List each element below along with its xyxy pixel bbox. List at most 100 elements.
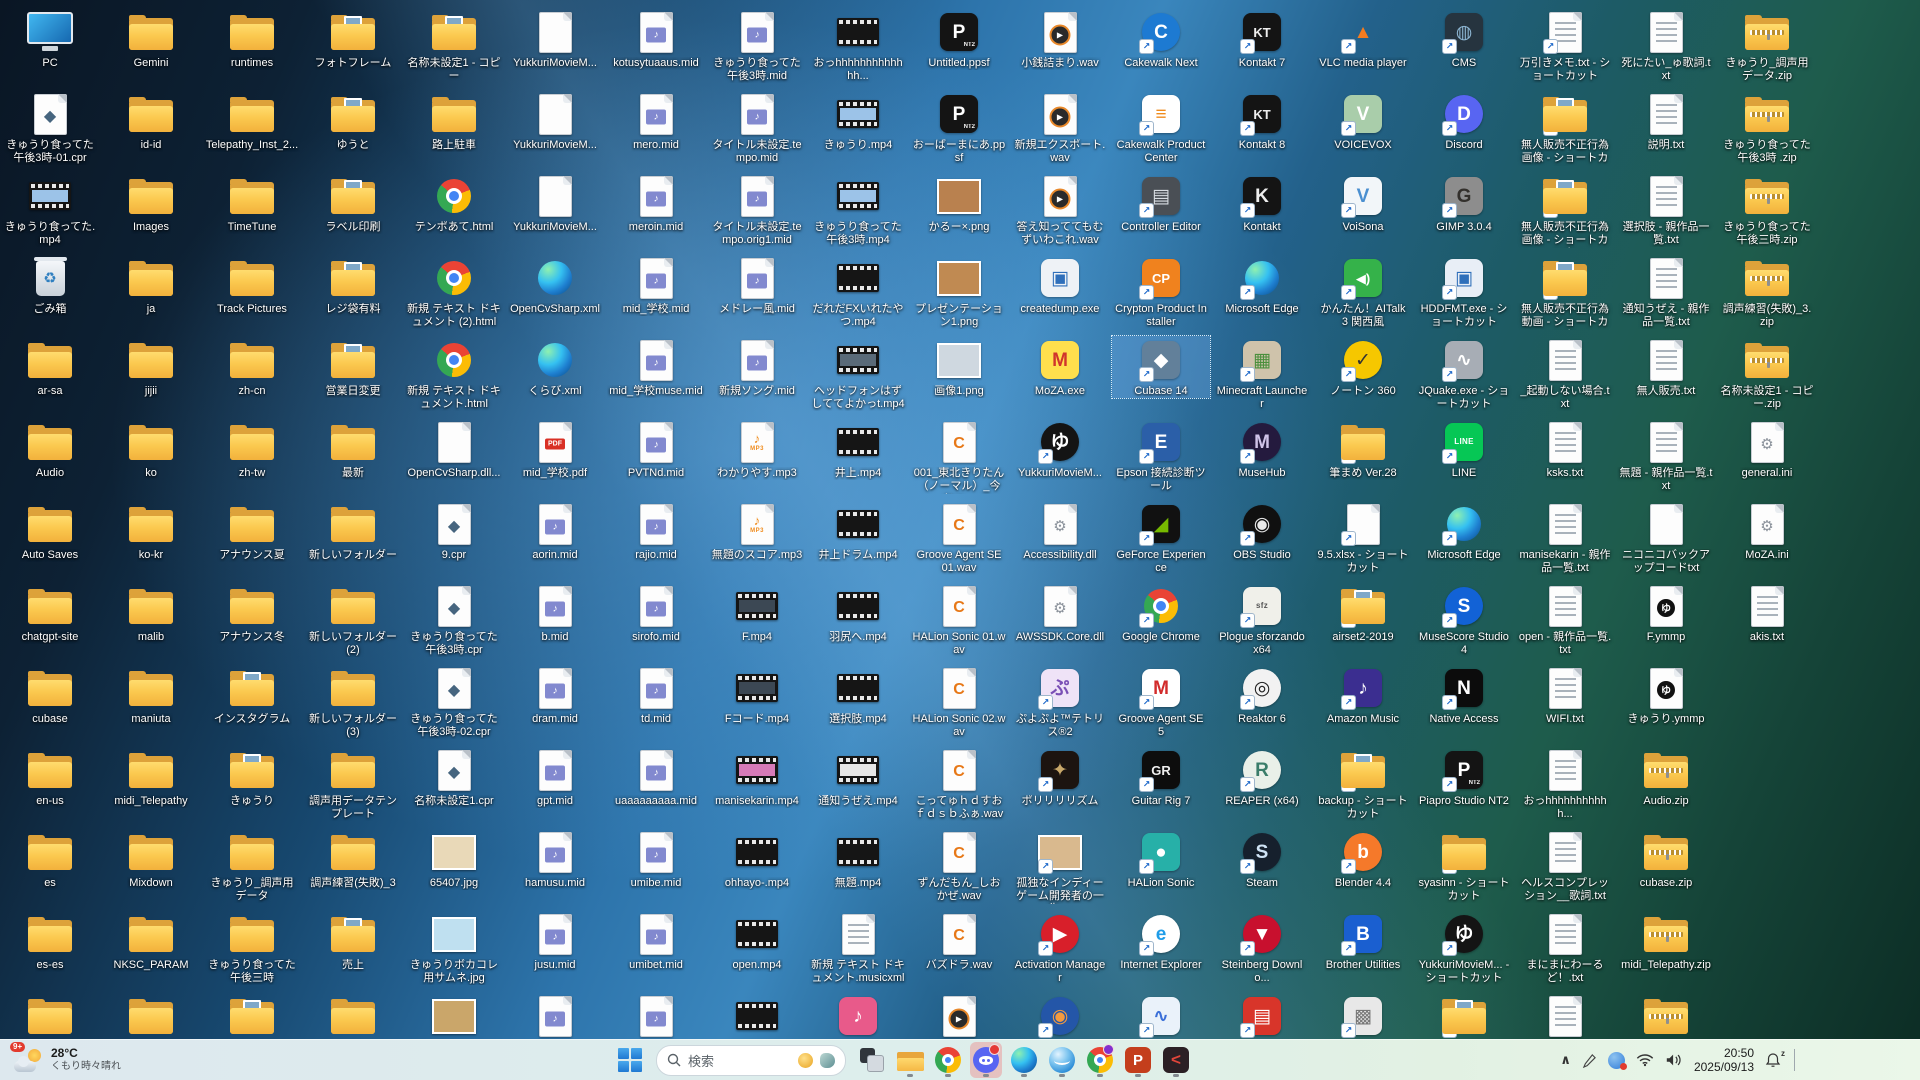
desktop-icon[interactable]: ♪ td.mid [607,664,705,726]
discord-taskbar-button[interactable] [970,1042,1002,1078]
desktop-icon[interactable]: E ↗ Epson 接続診断ツール [1112,418,1210,493]
desktop-icon[interactable]: NKSC_PARAM [102,910,200,972]
desktop-icon[interactable]: ◢ ↗ GeForce Experience [1112,500,1210,575]
desktop-icon[interactable]: ♪ PVTNd.mid [607,418,705,480]
desktop-icon[interactable]: きゅうり_調声用データ [203,828,301,903]
desktop-icon[interactable]: S ↗ MuseScore Studio 4 [1415,582,1513,657]
desktop-icon[interactable]: 羽尻へ.mp4 [809,582,907,644]
desktop-icon[interactable]: 選択肢.mp4 [809,664,907,726]
desktop-icon[interactable]: open.mp4 [708,910,806,972]
desktop-icon[interactable]: YukkuriMovieM... [506,8,604,70]
desktop-icon[interactable]: だれだFXいれたやつ.mp4 [809,254,907,329]
desktop-icon[interactable]: ヘッドフォンはずしててよかっt.mp4 [809,336,907,411]
desktop-icon[interactable]: ヘルスコンプレッション__歌詞.txt [1516,828,1614,903]
desktop-icon[interactable]: ↗backup - ショートカット [1314,746,1412,821]
desktop-icon[interactable]: ♻ ごみ箱 [1,254,99,316]
desktop-icon[interactable]: ♪ 新規ソング.mid [708,336,806,398]
desktop-icon[interactable]: 名称未設定1 - コピー [405,8,503,83]
desktop-icon[interactable]: きゅうり_調声用データ.zip [1718,8,1816,83]
desktop-icon[interactable]: P NT2 Untitled.ppsf [910,8,1008,70]
desktop-icon[interactable]: ↗syasinn - ショートカット [1415,828,1513,903]
desktop-icon[interactable] [1617,992,1715,1041]
desktop-icon[interactable]: かるー×.png [910,172,1008,234]
desktop-icon[interactable]: S ↗ Steam [1213,828,1311,890]
user-sphere-icon[interactable] [1607,1051,1627,1070]
desktop-icon[interactable]: ▶ 新規エクスポート.wav [1011,90,1109,165]
desktop-icon[interactable]: LINE ↗ LINE [1415,418,1513,480]
desktop-icon[interactable]: K ↗ Kontakt [1213,172,1311,234]
desktop-icon[interactable]: ∿ ↗ [1112,992,1210,1041]
desktop-icon[interactable]: cubase [1,664,99,726]
desktop-icon[interactable]: CP ↗ Crypton Product Installer [1112,254,1210,329]
desktop-icon[interactable]: Auto Saves [1,500,99,562]
taskbar-search-box[interactable]: 検索 [656,1044,846,1076]
desktop-icon[interactable]: ✓ ↗ ノートン 360 [1314,336,1412,398]
desktop-icon[interactable] [203,992,301,1041]
desktop-icon[interactable]: manisekarin.mp4 [708,746,806,808]
wifi-icon[interactable] [1636,1053,1654,1067]
desktop-icon[interactable]: ♪ ↗ Amazon Music [1314,664,1412,726]
desktop-icon[interactable]: 調声練習(失敗)_3 [304,828,402,890]
desktop-icon[interactable]: ◆ きゅうり食ってた午後3時.cpr [405,582,503,657]
desktop-icon[interactable]: zh-tw [203,418,301,480]
cubase-taskbar-button[interactable]: < [1160,1042,1192,1078]
desktop-icon[interactable]: ◎ ↗ Reaktor 6 [1213,664,1311,726]
desktop-icon[interactable]: 新しいフォルダー (2) [304,582,402,657]
desktop-icon[interactable]: ▣ ↗ HDDFMT.exe - ショートカット [1415,254,1513,329]
desktop-icon[interactable]: YukkuriMovieM... [506,172,604,234]
desktop-icon[interactable]: G ↗ GIMP 3.0.4 [1415,172,1513,234]
desktop-icon[interactable]: ✦ ↗ ポリリリリズム [1011,746,1109,808]
desktop-icon[interactable]: ● ↗ HALion Sonic [1112,828,1210,890]
desktop-icon[interactable]: ↗airset2-2019 [1314,582,1412,644]
desktop-icon[interactable]: V ↗ VoiSona [1314,172,1412,234]
desktop-icon[interactable]: GR ↗ Guitar Rig 7 [1112,746,1210,808]
desktop-icon[interactable]: 無題.mp4 [809,828,907,890]
desktop-icon[interactable]: PC [1,8,99,70]
desktop-icon[interactable]: ♪ タイトル未設定.tempo.orig1.mid [708,172,806,247]
desktop-icon[interactable]: きゅうり食ってた午後三時.zip [1718,172,1816,247]
desktop-icon[interactable]: きゅうり [203,746,301,808]
desktop-icon[interactable]: B ↗ Brother Utilities [1314,910,1412,972]
desktop-icon[interactable]: ▼ ↗ Steinberg Downlo... [1213,910,1311,985]
desktop-icon[interactable]: ♪ sirofo.mid [607,582,705,644]
google-chrome-taskbar-button[interactable] [932,1042,964,1078]
desktop-icon[interactable]: ♪ mero.mid [607,90,705,152]
desktop-icon[interactable]: 説明.txt [1617,90,1715,152]
desktop-icon[interactable]: Telepathy_Inst_2... [203,90,301,152]
desktop-icon[interactable]: ko [102,418,200,480]
desktop-icon[interactable]: ♪ gpt.mid [506,746,604,808]
desktop-icon[interactable]: ↗筆まめ Ver.28 [1314,418,1412,480]
desktop-icon[interactable]: 新規 テキスト ドキュメント.html [405,336,503,411]
desktop-icon[interactable]: runtimes [203,8,301,70]
desktop-icon[interactable]: M ↗ Groove Agent SE 5 [1112,664,1210,739]
desktop-icon[interactable]: 新しいフォルダー (3) [304,664,402,739]
desktop-icon[interactable]: 無題 - 親作品一覧.txt [1617,418,1715,493]
desktop-icon[interactable]: es-es [1,910,99,972]
desktop-icon[interactable]: C ずんだもん_しおかぜ.wav [910,828,1008,903]
desktop-icon[interactable]: 調声用データテンプレート [304,746,402,821]
desktop-icon[interactable]: 新規 テキスト ドキュメント.musicxml [809,910,907,985]
desktop-icon[interactable]: きゅうり食ってた.mp4 [1,172,99,247]
desktop-icon[interactable]: 新規 テキスト ドキュメント (2).html [405,254,503,329]
desktop-icon[interactable]: ▦ ↗ Minecraft Launcher [1213,336,1311,411]
desktop-icon[interactable]: ニコニコバックアップコードtxt [1617,500,1715,575]
desktop-icon[interactable]: ksks.txt [1516,418,1614,480]
desktop-icon[interactable]: Gemini [102,8,200,70]
desktop-icon[interactable]: P NT2 ↗ Piapro Studio NT2 [1415,746,1513,808]
desktop-icon[interactable]: C こってゅｈｄすおｆｄｓｂふぁ.wav [910,746,1008,821]
desktop-icon[interactable]: ohhayo-.mp4 [708,828,806,890]
desktop-icon[interactable]: ゆきゅうり.ymmp [1617,664,1715,726]
desktop-icon[interactable]: まにまにわーるど！.txt [1516,910,1614,985]
desktop-icon[interactable]: きゅうり食ってた午後3時 .zip [1718,90,1816,165]
desktop-icon[interactable]: sfz ↗ Plogue sforzando x64 [1213,582,1311,657]
desktop-icon[interactable]: KT ↗ Kontakt 7 [1213,8,1311,70]
desktop-icon[interactable]: インスタグラム [203,664,301,726]
desktop-icon[interactable]: 調声練習(失敗)_3.zip [1718,254,1816,329]
desktop-icon[interactable] [102,992,200,1041]
desktop-icon[interactable]: レジ袋有料 [304,254,402,316]
desktop-icon[interactable]: ♪ meroin.mid [607,172,705,234]
desktop-icon[interactable]: おっhhhhhhhhhhhhh... [809,8,907,83]
desktop-icon[interactable]: ▶ 小銭詰まり.wav [1011,8,1109,70]
desktop-icon[interactable]: ≡ ↗ Cakewalk Product Center [1112,90,1210,165]
desktop-icon[interactable]: 井上.mp4 [809,418,907,480]
